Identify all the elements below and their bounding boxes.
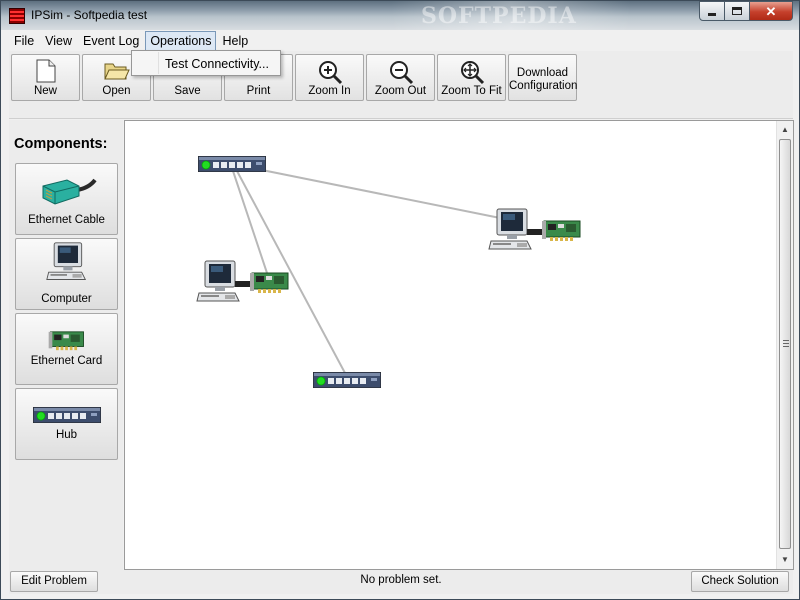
computer-icon — [16, 241, 117, 285]
print-label: Print — [246, 85, 271, 97]
ethernet-card-icon — [250, 273, 288, 293]
open-label: Open — [102, 85, 131, 97]
download-label-line2: Configuration — [509, 80, 578, 92]
softpedia-watermark: SOFTPEDIA — [421, 3, 577, 29]
components-title: Components: — [14, 136, 108, 152]
hub-node-2[interactable] — [313, 372, 381, 388]
edit-problem-button[interactable]: Edit Problem — [10, 571, 98, 592]
zoom-in-label: Zoom In — [308, 85, 351, 97]
ethernet-card-icon — [16, 330, 117, 352]
hub-node-1[interactable] — [198, 156, 266, 172]
ethernet-card-label: Ethernet Card — [30, 355, 103, 367]
menu-bar: File View Event Log Operations Help — [9, 31, 793, 51]
maximize-icon — [732, 7, 742, 15]
card-connector — [235, 281, 251, 287]
test-connectivity-menu-item[interactable]: Test Connectivity... — [165, 57, 269, 71]
hub-icon — [16, 407, 117, 423]
hub-icon — [313, 372, 381, 388]
computer-label: Computer — [41, 293, 92, 305]
network-diagram — [125, 121, 777, 569]
zoom-out-button[interactable]: Zoom Out — [366, 54, 435, 101]
save-label: Save — [174, 85, 201, 97]
ethernet-cable-label: Ethernet Cable — [28, 214, 105, 226]
menu-operations[interactable]: Operations — [145, 31, 217, 51]
hub-label: Hub — [55, 429, 78, 441]
app-icon[interactable] — [9, 8, 25, 24]
minimize-button[interactable] — [699, 1, 725, 21]
scroll-thumb[interactable] — [779, 139, 791, 549]
new-file-icon — [12, 59, 79, 83]
zoom-in-button[interactable]: Zoom In — [295, 54, 364, 101]
computer-node-2[interactable] — [489, 209, 580, 249]
ethernet-card-icon — [542, 221, 580, 241]
menu-event-log[interactable]: Event Log — [78, 31, 144, 51]
computer-node-1[interactable] — [197, 261, 288, 301]
menu-file[interactable]: File — [9, 31, 39, 51]
caption-buttons: ✕ — [699, 1, 793, 21]
operations-dropdown: Test Connectivity... — [131, 50, 281, 76]
window-title: IPSim - Softpedia test — [31, 8, 148, 22]
download-label-line1: Download — [516, 67, 569, 79]
zoom-to-fit-button[interactable]: Zoom To Fit — [437, 54, 506, 101]
check-solution-button[interactable]: Check Solution — [691, 571, 789, 592]
scroll-down-arrow-icon[interactable]: ▼ — [777, 552, 793, 568]
new-label: New — [33, 85, 57, 97]
toolbar: New Open Save Print Zoom In Zoom Out Zoo… — [9, 51, 793, 119]
components-panel: Components: Ethernet Cable Computer Ethe… — [9, 120, 123, 570]
download-configuration-label: Download Configuration — [509, 67, 578, 93]
scroll-up-arrow-icon[interactable]: ▲ — [777, 122, 793, 138]
network-canvas[interactable]: ▲ ▼ — [124, 120, 794, 570]
new-button[interactable]: New — [11, 54, 80, 101]
card-connector — [527, 229, 543, 235]
component-hub[interactable]: Hub — [15, 388, 118, 460]
minimize-icon — [708, 12, 716, 16]
dropdown-gutter — [158, 52, 159, 74]
link-hub1-hub2[interactable] — [236, 170, 346, 374]
menu-help[interactable]: Help — [217, 31, 253, 51]
computer-icon — [197, 261, 239, 301]
zoom-to-fit-icon — [438, 59, 505, 85]
problem-status: No problem set. — [360, 574, 442, 586]
zoom-in-icon — [296, 59, 363, 85]
vertical-scrollbar[interactable]: ▲ ▼ — [776, 121, 793, 569]
download-configuration-button[interactable]: Download Configuration — [508, 54, 577, 101]
component-ethernet-card[interactable]: Ethernet Card — [15, 313, 118, 385]
component-ethernet-cable[interactable]: Ethernet Cable — [15, 163, 118, 235]
zoom-to-fit-label: Zoom To Fit — [441, 85, 502, 97]
close-icon: ✕ — [765, 3, 777, 19]
menu-view[interactable]: View — [40, 31, 77, 51]
zoom-out-icon — [367, 59, 434, 85]
zoom-out-label: Zoom Out — [374, 85, 427, 97]
component-computer[interactable]: Computer — [15, 238, 118, 310]
app-window: SOFTPEDIA IPSim - Softpedia test ✕ File … — [0, 0, 800, 600]
computer-icon — [489, 209, 531, 249]
grip-icon — [783, 340, 789, 347]
close-button[interactable]: ✕ — [750, 1, 793, 21]
ethernet-cable-icon — [16, 172, 117, 210]
link-hub1-computer2[interactable] — [256, 168, 506, 220]
link-hub1-computer1[interactable] — [232, 170, 268, 274]
status-bar: No problem set. Edit Problem Check Solut… — [9, 570, 793, 594]
maximize-button[interactable] — [725, 1, 750, 21]
title-bar[interactable]: SOFTPEDIA IPSim - Softpedia test ✕ — [1, 1, 799, 30]
hub-icon — [198, 156, 266, 172]
